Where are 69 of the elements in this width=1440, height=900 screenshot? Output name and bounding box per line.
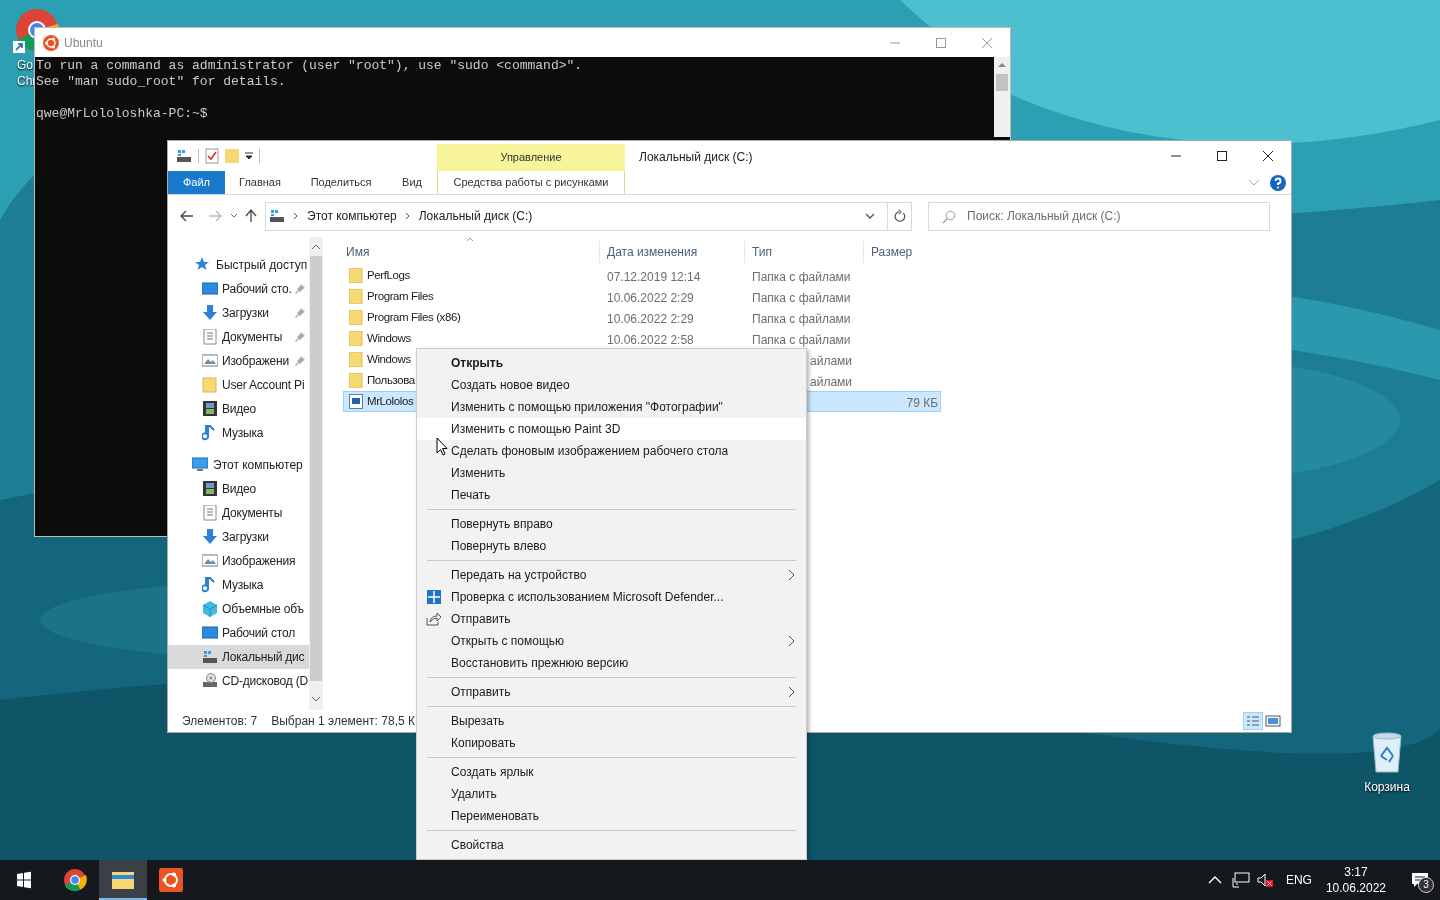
nav-label: Документы [222,505,283,522]
context-tab-group: Управление [437,144,625,171]
menu-item-label: Отправить [451,611,511,628]
nav-label: Рабочий стол [222,625,295,642]
file-type: айлами [810,374,852,389]
file-type: Папка с файлами [752,290,851,305]
menu-item-label: Повернуть вправо [451,516,553,533]
window-title: Локальный диск (C:) [639,149,753,166]
nav-label: Этот компьютер [213,457,303,474]
nav-label: Загрузки [222,529,269,546]
file-name: Windows [367,351,411,367]
file-type: Папка с файлами [752,269,851,284]
file-size: 79 КБ [906,395,938,410]
menu-item-label: Восстановить прежнюю версию [451,655,629,672]
nav-label: Видео [222,481,257,498]
menu-item-label: Вырезать [451,713,505,730]
menu-item-label: Сделать фоновым изображением рабочего стола [451,443,729,460]
nav-label: User Account Pi [222,377,305,394]
file-name: Program Files [367,288,434,304]
menu-item-label: Переименовать [451,808,539,825]
icon-label: Корзина [1364,779,1410,795]
nav-label: Загрузки [222,305,269,322]
status-text: Выбран 1 элемент: 78,5 К [271,712,415,730]
file-date: 07.12.2019 12:14 [607,269,701,284]
terminal-line: To run a command as administrator (user "root"), use "sudo <command>". [36,58,584,74]
file-type: айлами [810,353,852,368]
nav-label: Музыка [222,577,264,594]
nav-label: Видео [222,401,257,418]
nav-label: Быстрый доступ [216,257,308,274]
file-name: MrLololos [367,393,414,409]
menu-item-label: Отправить [451,684,511,701]
icon-label: Go [17,57,34,73]
icon-label: Chr [17,73,37,89]
nav-label: CD-дисковод (D [222,673,308,690]
menu-item-label: Открыть [451,355,504,372]
file-date: 10.06.2022 2:29 [607,311,694,326]
nav-label: Локальный дис [222,649,305,666]
menu-item-label: Печать [451,487,491,504]
file-date: 10.06.2022 2:29 [607,290,694,305]
menu-item-label: Создать новое видео [451,377,570,394]
terminal-line: See "man sudo_root" for details. [36,74,287,90]
nav-label: Документы [222,329,283,346]
menu-item-label: Изменить [451,465,506,482]
menu-item-label: Проверка с использованием Microsoft Defender... [451,589,724,606]
nav-label: Рабочий сто. [222,281,292,298]
file-type: Папка с файлами [752,311,851,326]
menu-item-label: Изменить с помощью Paint 3D [451,421,621,438]
menu-item-label: Создать ярлык [451,764,534,781]
menu-item-label: Повернуть влево [451,538,547,555]
window-title: Ubuntu [64,34,103,52]
notification-badge: 3 [1418,877,1434,893]
menu-item-label: Копировать [451,735,516,752]
menu-item-label: Свойства [451,837,504,854]
menu-item-label: Удалить [451,786,497,803]
file-type: Папка с файлами [752,332,851,347]
nav-label: Изображения [222,553,296,570]
file-name: Пользова [367,372,415,388]
file-date: 10.06.2022 2:58 [607,332,694,347]
nav-label: Музыка [222,425,264,442]
menu-item-label: Изменить с помощью приложения "Фотографии" [451,399,723,416]
terminal-prompt: qwe@MrLololoshka-PC:~$ [36,106,209,122]
nav-label: Объемные объ [222,601,304,618]
status-text: Элементов: 7 [182,712,258,730]
file-name: PerfLogs [367,267,410,283]
file-name: Program Files (x86) [367,309,461,325]
file-name: Windows [367,330,411,346]
nav-label: Изображени [222,353,289,370]
menu-item-label: Передать на устройство [451,567,587,584]
menu-item-label: Открыть с помощью [451,633,564,650]
